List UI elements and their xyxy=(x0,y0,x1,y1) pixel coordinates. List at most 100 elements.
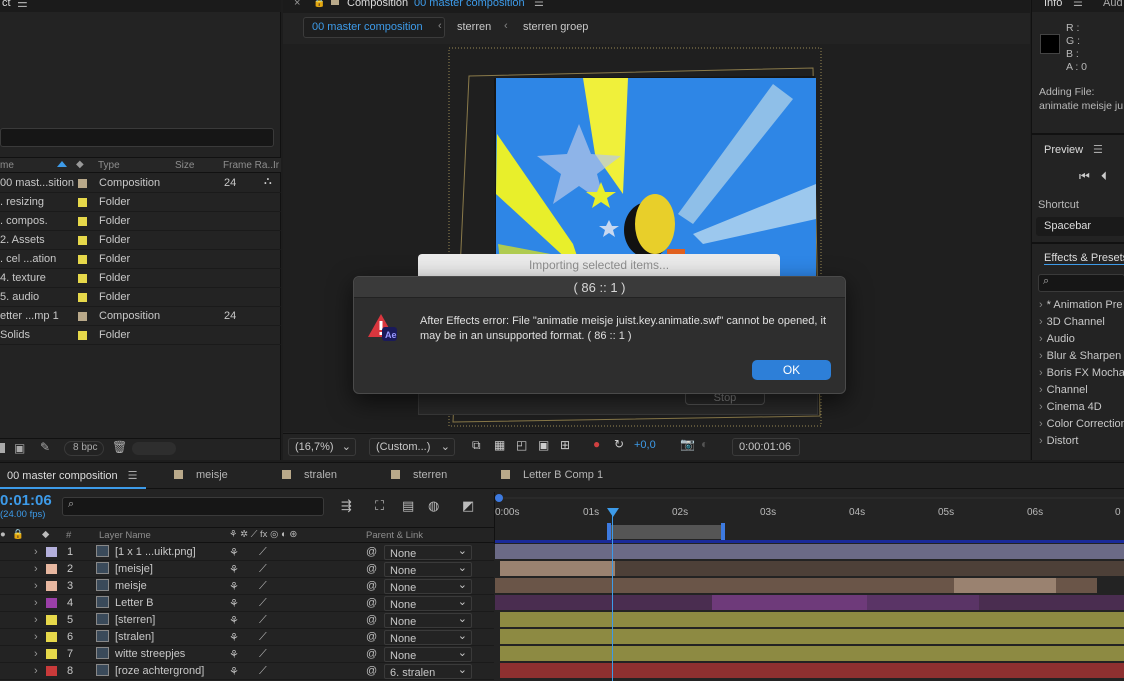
layer-name[interactable]: [roze achtergrond] xyxy=(115,665,204,677)
timeline-search-input[interactable]: ⌕ xyxy=(62,497,324,516)
bit-depth-button[interactable]: 8 bpc xyxy=(64,441,104,456)
panel-menu-icon[interactable]: ☰ xyxy=(17,0,28,10)
effects-category[interactable]: › Boris FX Mocha xyxy=(1039,367,1124,379)
effects-category[interactable]: › * Animation Pre xyxy=(1039,299,1123,311)
quality-switch-icon[interactable]: ⟋ xyxy=(259,665,267,678)
quality-switch-icon[interactable]: ⟋ xyxy=(259,563,267,576)
range-end-handle[interactable] xyxy=(721,523,725,540)
expand-chevron-icon[interactable]: › xyxy=(34,665,38,677)
tab-info[interactable]: Info xyxy=(1044,0,1062,9)
tab-audio[interactable]: Aud xyxy=(1103,0,1123,9)
layer-label-swatch[interactable] xyxy=(46,666,57,676)
av-icon[interactable]: ● xyxy=(0,529,6,540)
col-name[interactable]: me xyxy=(0,160,14,171)
label-swatch[interactable] xyxy=(78,274,87,283)
col-size[interactable]: Size xyxy=(175,160,194,171)
guides-icon[interactable]: ⊞ xyxy=(560,438,570,452)
label-swatch[interactable] xyxy=(78,293,87,302)
work-area-start-handle[interactable] xyxy=(495,494,503,502)
label-tag-icon[interactable]: ◆ xyxy=(42,529,49,540)
timeline-layer-row[interactable]: › 8 [roze achtergrond] ⚘ ⟋ @6. stralen ⌄ xyxy=(0,663,494,680)
parent-dropdown[interactable]: None ⌄ xyxy=(384,579,472,594)
layer-name[interactable]: [sterren] xyxy=(115,614,155,626)
expand-chevron-icon[interactable]: › xyxy=(34,648,38,660)
expand-chevron-icon[interactable]: › xyxy=(34,563,38,575)
preview-title[interactable]: Preview xyxy=(1044,144,1083,156)
timeline-tab[interactable]: stralen xyxy=(282,469,337,481)
pick-whip-icon[interactable]: @ xyxy=(366,563,377,575)
quality-switch-icon[interactable]: ⟋ xyxy=(259,631,267,644)
layer-bar-5[interactable] xyxy=(500,612,1124,627)
panel-menu-icon[interactable]: ☰ xyxy=(1073,0,1083,9)
reset-exposure-icon[interactable]: ↻ xyxy=(614,437,624,451)
label-swatch[interactable] xyxy=(78,198,87,207)
new-comp-icon[interactable]: ✎ xyxy=(40,440,50,454)
layer-bar-4-segment[interactable] xyxy=(712,595,867,610)
project-search-input[interactable] xyxy=(0,128,274,147)
timeline-layer-row[interactable]: › 3 meisje ⚘ ⟋ @ None ⌄ xyxy=(0,578,494,595)
parent-dropdown[interactable]: None ⌄ xyxy=(384,596,472,611)
layer-bar-6[interactable] xyxy=(500,629,1124,644)
panel-menu-icon[interactable]: ☰ xyxy=(534,0,544,9)
first-frame-icon[interactable]: ⏮ xyxy=(1079,169,1090,184)
flowchart-icon[interactable]: ⛬ xyxy=(264,175,272,188)
project-item[interactable]: 00 mast...sition Composition 24 ⛬ xyxy=(0,174,281,193)
label-swatch[interactable] xyxy=(78,312,87,321)
timeline-tab[interactable]: Letter B Comp 1 xyxy=(501,469,603,481)
layer-name[interactable]: Letter B xyxy=(115,597,154,609)
shy-switch-icon[interactable]: ⚘ xyxy=(229,580,239,593)
effects-category[interactable]: › Audio xyxy=(1039,333,1075,345)
expand-chevron-icon[interactable]: › xyxy=(34,580,38,592)
col-frame-rate[interactable]: Frame Ra... xyxy=(223,160,276,171)
breadcrumb-active[interactable]: 00 master composition xyxy=(303,17,445,38)
project-item[interactable]: 4. texture Folder xyxy=(0,269,281,288)
expand-chevron-icon[interactable]: › xyxy=(34,614,38,626)
quality-switch-icon[interactable]: ⟋ xyxy=(259,648,267,661)
timeline-layer-row[interactable]: › 2 [meisje] ⚘ ⟋ @ None ⌄ xyxy=(0,561,494,578)
col-type[interactable]: Type xyxy=(98,160,120,171)
panel-menu-icon[interactable]: ☰ xyxy=(1093,143,1103,156)
layer-name[interactable]: meisje xyxy=(115,580,147,592)
parent-dropdown[interactable]: 6. stralen ⌄ xyxy=(384,664,472,679)
pick-whip-icon[interactable]: @ xyxy=(366,631,377,643)
effects-category[interactable]: › Distort xyxy=(1039,435,1078,447)
lock-column-icon[interactable]: 🔒 xyxy=(12,529,24,540)
layer-label-swatch[interactable] xyxy=(46,564,57,574)
comp-mini-flowchart-icon[interactable]: ⇶ xyxy=(341,498,352,514)
effects-category[interactable]: › Color Correction xyxy=(1039,418,1124,430)
layer-label-swatch[interactable] xyxy=(46,632,57,642)
layer-bar-1[interactable] xyxy=(495,544,1124,559)
pick-whip-icon[interactable]: @ xyxy=(366,665,377,677)
layer-label-swatch[interactable] xyxy=(46,649,57,659)
shy-switch-icon[interactable]: ⚘ xyxy=(229,546,239,559)
project-item[interactable]: 2. Assets Folder xyxy=(0,231,281,250)
project-item[interactable]: etter ...mp 1 Composition 24 xyxy=(0,307,281,326)
project-item[interactable]: . compos. Folder xyxy=(0,212,281,231)
parent-dropdown[interactable]: None ⌄ xyxy=(384,562,472,577)
timeline-tab[interactable]: sterren xyxy=(391,469,447,481)
layer-bar-2[interactable] xyxy=(500,561,615,576)
snapshot-icon[interactable]: 📷 xyxy=(680,437,695,451)
expand-chevron-icon[interactable]: › xyxy=(34,597,38,609)
shy-switch-icon[interactable]: ⚘ xyxy=(229,614,239,627)
playhead-handle[interactable] xyxy=(607,508,619,517)
mask-visibility-icon[interactable]: ◰ xyxy=(516,438,527,452)
timeline-tab[interactable]: meisje xyxy=(174,469,228,481)
breadcrumb-sterren[interactable]: sterren xyxy=(457,21,491,33)
layer-name[interactable]: [stralen] xyxy=(115,631,154,643)
parent-dropdown[interactable]: None ⌄ xyxy=(384,647,472,662)
timeline-layer-row[interactable]: › 4 Letter B ⚘ ⟋ @ None ⌄ xyxy=(0,595,494,612)
comp-tab-name[interactable]: 00 master composition xyxy=(414,0,525,9)
label-swatch[interactable] xyxy=(78,331,87,340)
resolution-dropdown[interactable]: (Custom...) ⌄ xyxy=(369,438,455,456)
shy-switch-icon[interactable]: ⚘ xyxy=(229,563,239,576)
layer-label-swatch[interactable] xyxy=(46,581,57,591)
interpret-footage-icon[interactable] xyxy=(0,443,5,453)
expand-chevron-icon[interactable]: › xyxy=(34,631,38,643)
lock-icon[interactable]: 🔒 xyxy=(313,0,325,8)
pick-whip-icon[interactable]: @ xyxy=(366,597,377,609)
effects-category[interactable]: › Cinema 4D xyxy=(1039,401,1102,413)
label-tag-icon[interactable]: ◆ xyxy=(76,159,84,170)
frame-blending-icon[interactable]: ◍ xyxy=(428,498,439,514)
fast-previews-icon[interactable]: ⧉ xyxy=(472,438,481,453)
